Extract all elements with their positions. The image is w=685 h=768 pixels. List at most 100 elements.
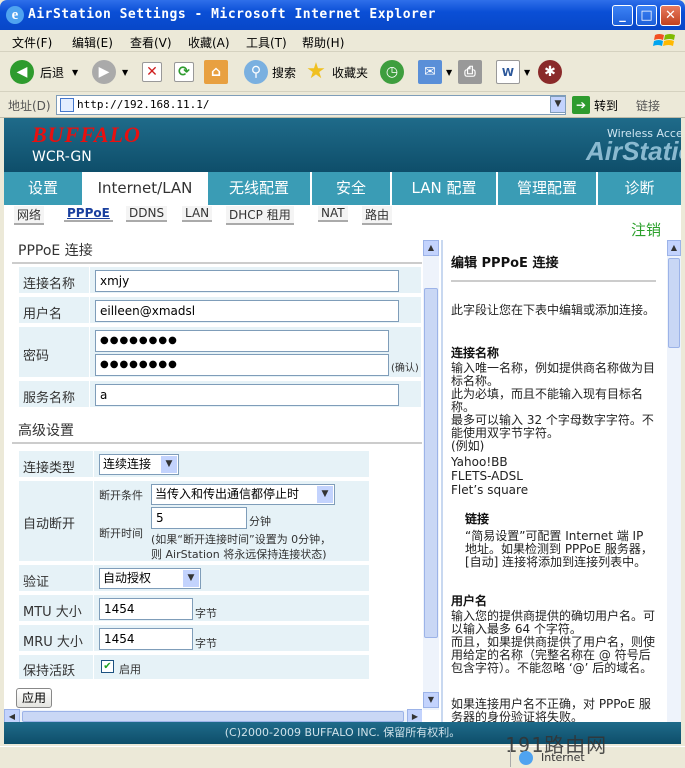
back-arrow-icon: ◀ — [10, 60, 34, 84]
disc-cond-select[interactable]: 当传入和传出通信都停止时 ▼ — [151, 484, 335, 505]
menu-view[interactable]: 查看(V) — [130, 34, 172, 51]
disc-time-input[interactable]: 5 — [151, 507, 247, 529]
auth-value: 自动授权 — [103, 571, 152, 585]
auth-row: 验证 自动授权 ▼ — [18, 564, 370, 592]
ie-logo-icon: e — [6, 6, 24, 24]
favorites-label: 收藏夹 — [332, 65, 369, 80]
left-vertical-scrollbar[interactable]: ▲ ▼ — [423, 240, 439, 710]
stop-icon: ✕ — [142, 62, 162, 82]
search-button[interactable]: ⚲ 搜索 — [244, 58, 296, 86]
service-label: 服务名称 — [23, 391, 76, 406]
keepalive-label: 保持活跃 — [23, 664, 76, 679]
mtu-unit: 字节 — [195, 607, 217, 620]
subtab-ddns[interactable]: DDNS — [126, 206, 168, 222]
messenger-icon: ✱ — [538, 60, 562, 84]
help-name-text-4: (例如) — [451, 439, 485, 453]
mail-button[interactable]: ✉ ▼ — [418, 58, 452, 86]
divider — [12, 442, 422, 444]
print-button[interactable]: ⎙ — [458, 58, 482, 86]
subtab-lan[interactable]: LAN — [182, 206, 213, 222]
menu-help[interactable]: 帮助(H) — [302, 34, 344, 51]
menu-edit[interactable]: 编辑(E) — [72, 34, 113, 51]
word-edit-icon: W — [496, 60, 520, 84]
service-input[interactable]: a — [95, 384, 399, 406]
tab-wireless[interactable]: 无线配置 — [208, 172, 312, 205]
help-example-3: Flet’s square — [451, 483, 529, 497]
conn-type-value: 连续连接 — [103, 457, 152, 471]
menu-tools[interactable]: 工具(T) — [246, 34, 287, 51]
menu-favorites[interactable]: 收藏(A) — [188, 34, 230, 51]
back-button[interactable]: ◀ 后退 ▼ — [10, 58, 78, 86]
title-bar: e AirStation Settings - Microsoft Intern… — [0, 0, 685, 30]
edit-button[interactable]: W ▼ — [496, 58, 530, 86]
favorites-button[interactable]: ★ 收藏夹 — [304, 58, 368, 86]
close-button[interactable]: ✕ — [660, 5, 681, 26]
scroll-left-icon[interactable]: ◀ — [4, 709, 20, 722]
scroll-thumb[interactable] — [668, 258, 680, 348]
subtab-nat[interactable]: NAT — [318, 206, 348, 222]
address-dropdown-icon[interactable]: ▼ — [550, 96, 566, 113]
tab-internet-lan[interactable]: Internet/LAN — [84, 172, 208, 205]
tab-lan-config[interactable]: LAN 配置 — [392, 172, 498, 205]
menu-file[interactable]: 文件(F) — [12, 34, 52, 51]
right-vertical-scrollbar[interactable]: ▲ — [667, 240, 681, 722]
messenger-button[interactable]: ✱ — [538, 58, 562, 86]
scroll-down-icon[interactable]: ▼ — [423, 692, 439, 708]
username-row: 用户名 eilleen@xmadsl — [18, 296, 422, 324]
mtu-input[interactable]: 1454 — [99, 598, 193, 620]
help-pane: 编辑 PPPoE 连接 此字段让您在下表中编辑或添加连接。 连接名称 输入唯一名… — [441, 240, 667, 722]
home-icon: ⌂ — [204, 60, 228, 84]
help-example-2: FLETS-ADSL — [451, 469, 523, 483]
disc-note-1: (如果“断开连接时间”设置为 0分钟， — [151, 533, 332, 546]
apply-button[interactable]: 应用 — [16, 688, 52, 708]
scroll-thumb[interactable] — [424, 288, 438, 638]
links-label[interactable]: 链接 — [636, 97, 660, 114]
keepalive-checkbox[interactable]: ✔ — [101, 660, 114, 673]
logout-link[interactable]: 注销 — [631, 219, 661, 240]
forward-button[interactable]: ▶ ▼ — [92, 58, 128, 86]
tab-setup[interactable]: 设置 — [4, 172, 84, 205]
sub-tabs: 网络 PPPoE DDNS LAN DHCP 租用 NAT 路由 — [4, 205, 681, 225]
address-input[interactable]: http://192.168.11.1/ — [56, 95, 566, 115]
help-user-heading: 用户名 — [451, 594, 488, 608]
history-button[interactable]: ◷ — [380, 58, 404, 86]
page-icon — [60, 98, 74, 112]
username-label: 用户名 — [23, 307, 63, 322]
conn-type-select[interactable]: 连续连接 ▼ — [99, 454, 179, 475]
username-input[interactable]: eilleen@xmadsl — [95, 300, 399, 322]
password-confirm-input[interactable]: ●●●●●●●● — [95, 354, 389, 376]
maximize-button[interactable]: □ — [636, 5, 657, 26]
conn-name-input[interactable]: xmjy — [95, 270, 399, 292]
password-input[interactable]: ●●●●●●●● — [95, 330, 389, 352]
scroll-right-icon[interactable]: ▶ — [407, 709, 422, 722]
refresh-button[interactable]: ⟳ — [174, 58, 194, 86]
mru-input[interactable]: 1454 — [99, 628, 193, 650]
home-button[interactable]: ⌂ — [204, 58, 228, 86]
mtu-label: MTU 大小 — [23, 605, 82, 620]
horizontal-scrollbar[interactable]: ◀ ▶ — [4, 709, 422, 722]
tab-security[interactable]: 安全 — [312, 172, 392, 205]
confirm-hint: (确认) — [391, 363, 419, 374]
subtab-dhcp-lease[interactable]: DHCP 租用 — [226, 206, 294, 225]
subtab-pppoe[interactable]: PPPoE — [64, 206, 113, 222]
subtab-network[interactable]: 网络 — [14, 206, 45, 225]
auth-select[interactable]: 自动授权 ▼ — [99, 568, 201, 589]
tab-diagnostics[interactable]: 诊断 — [598, 172, 681, 205]
subtab-routing[interactable]: 路由 — [362, 206, 393, 225]
chevron-down-icon: ▼ — [183, 570, 199, 587]
conn-type-row: 连接类型 连续连接 ▼ — [18, 450, 370, 478]
go-button[interactable]: ➔ 转到 — [572, 96, 618, 114]
globe-icon — [519, 751, 533, 765]
tab-admin[interactable]: 管理配置 — [498, 172, 598, 205]
disc-cond-value: 当传入和传出通信都停止时 — [155, 487, 300, 501]
help-link-heading: 链接 — [465, 512, 490, 526]
minimize-button[interactable]: _ — [612, 5, 633, 26]
scroll-up-icon[interactable]: ▲ — [667, 240, 681, 256]
status-bar: 191路由网 Internet — [0, 733, 685, 768]
disc-time-label: 断开时间 — [99, 527, 143, 540]
scroll-up-icon[interactable]: ▲ — [423, 240, 439, 256]
history-icon: ◷ — [380, 60, 404, 84]
mtu-row: MTU 大小 1454 字节 — [18, 594, 370, 622]
buffalo-logo: BUFFALO — [32, 122, 141, 147]
stop-button[interactable]: ✕ — [142, 58, 162, 86]
